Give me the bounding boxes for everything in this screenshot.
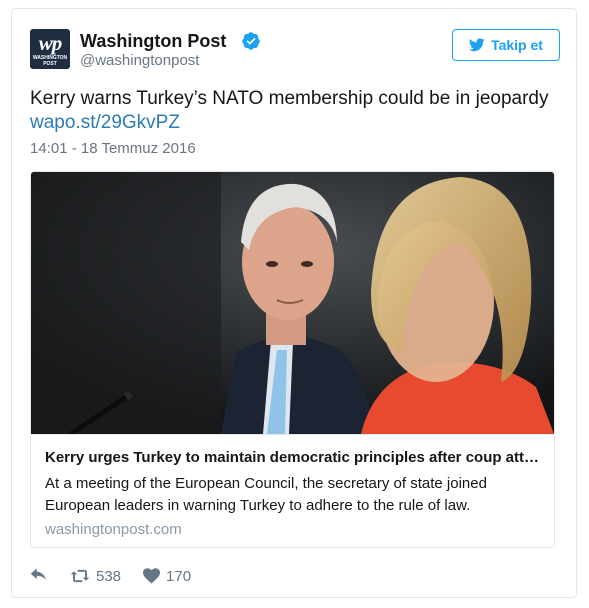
tweet-text: Kerry warns Turkey’s NATO membership cou… [30,88,549,109]
retweet-icon [70,569,90,583]
avatar[interactable]: wp WASHINGTON POST [30,29,70,69]
heart-icon [143,568,161,584]
tweet-header: wp WASHINGTON POST Washington Post @wash… [30,27,560,71]
like-button[interactable]: 170 [143,568,191,585]
link-card[interactable]: Kerry urges Turkey to maintain democrati… [30,171,555,548]
retweet-button[interactable]: 538 [70,568,121,585]
follow-button-label: Takip et [491,37,543,53]
tweet-actions: 538 170 [30,565,213,587]
twitter-bird-icon [469,38,485,52]
card-image[interactable] [31,172,554,434]
account-handle[interactable]: @washingtonpost [80,52,199,69]
card-description: At a meeting of the European Council, th… [45,475,487,514]
account-name[interactable]: Washington Post [80,30,226,52]
follow-button[interactable]: Takip et [452,29,560,61]
reply-button[interactable] [30,568,48,584]
avatar-logo-text: wp [38,31,63,55]
retweet-count: 538 [96,567,122,585]
verified-badge-icon [242,32,260,50]
tweet-link[interactable]: wapo.st/29GkvPZ [30,112,180,134]
card-domain: washingtonpost.com [45,521,182,538]
card-title[interactable]: Kerry urges Turkey to maintain democrati… [45,449,540,466]
card-body: Kerry urges Turkey to maintain democrati… [31,434,554,547]
reply-icon [30,568,46,581]
tweet-card: wp WASHINGTON POST Washington Post @wash… [11,8,577,598]
like-count: 170 [166,567,192,585]
avatar-subtext-2: POST [43,61,57,67]
tweet-timestamp[interactable]: 14:01 - 18 Temmuz 2016 [30,140,196,157]
